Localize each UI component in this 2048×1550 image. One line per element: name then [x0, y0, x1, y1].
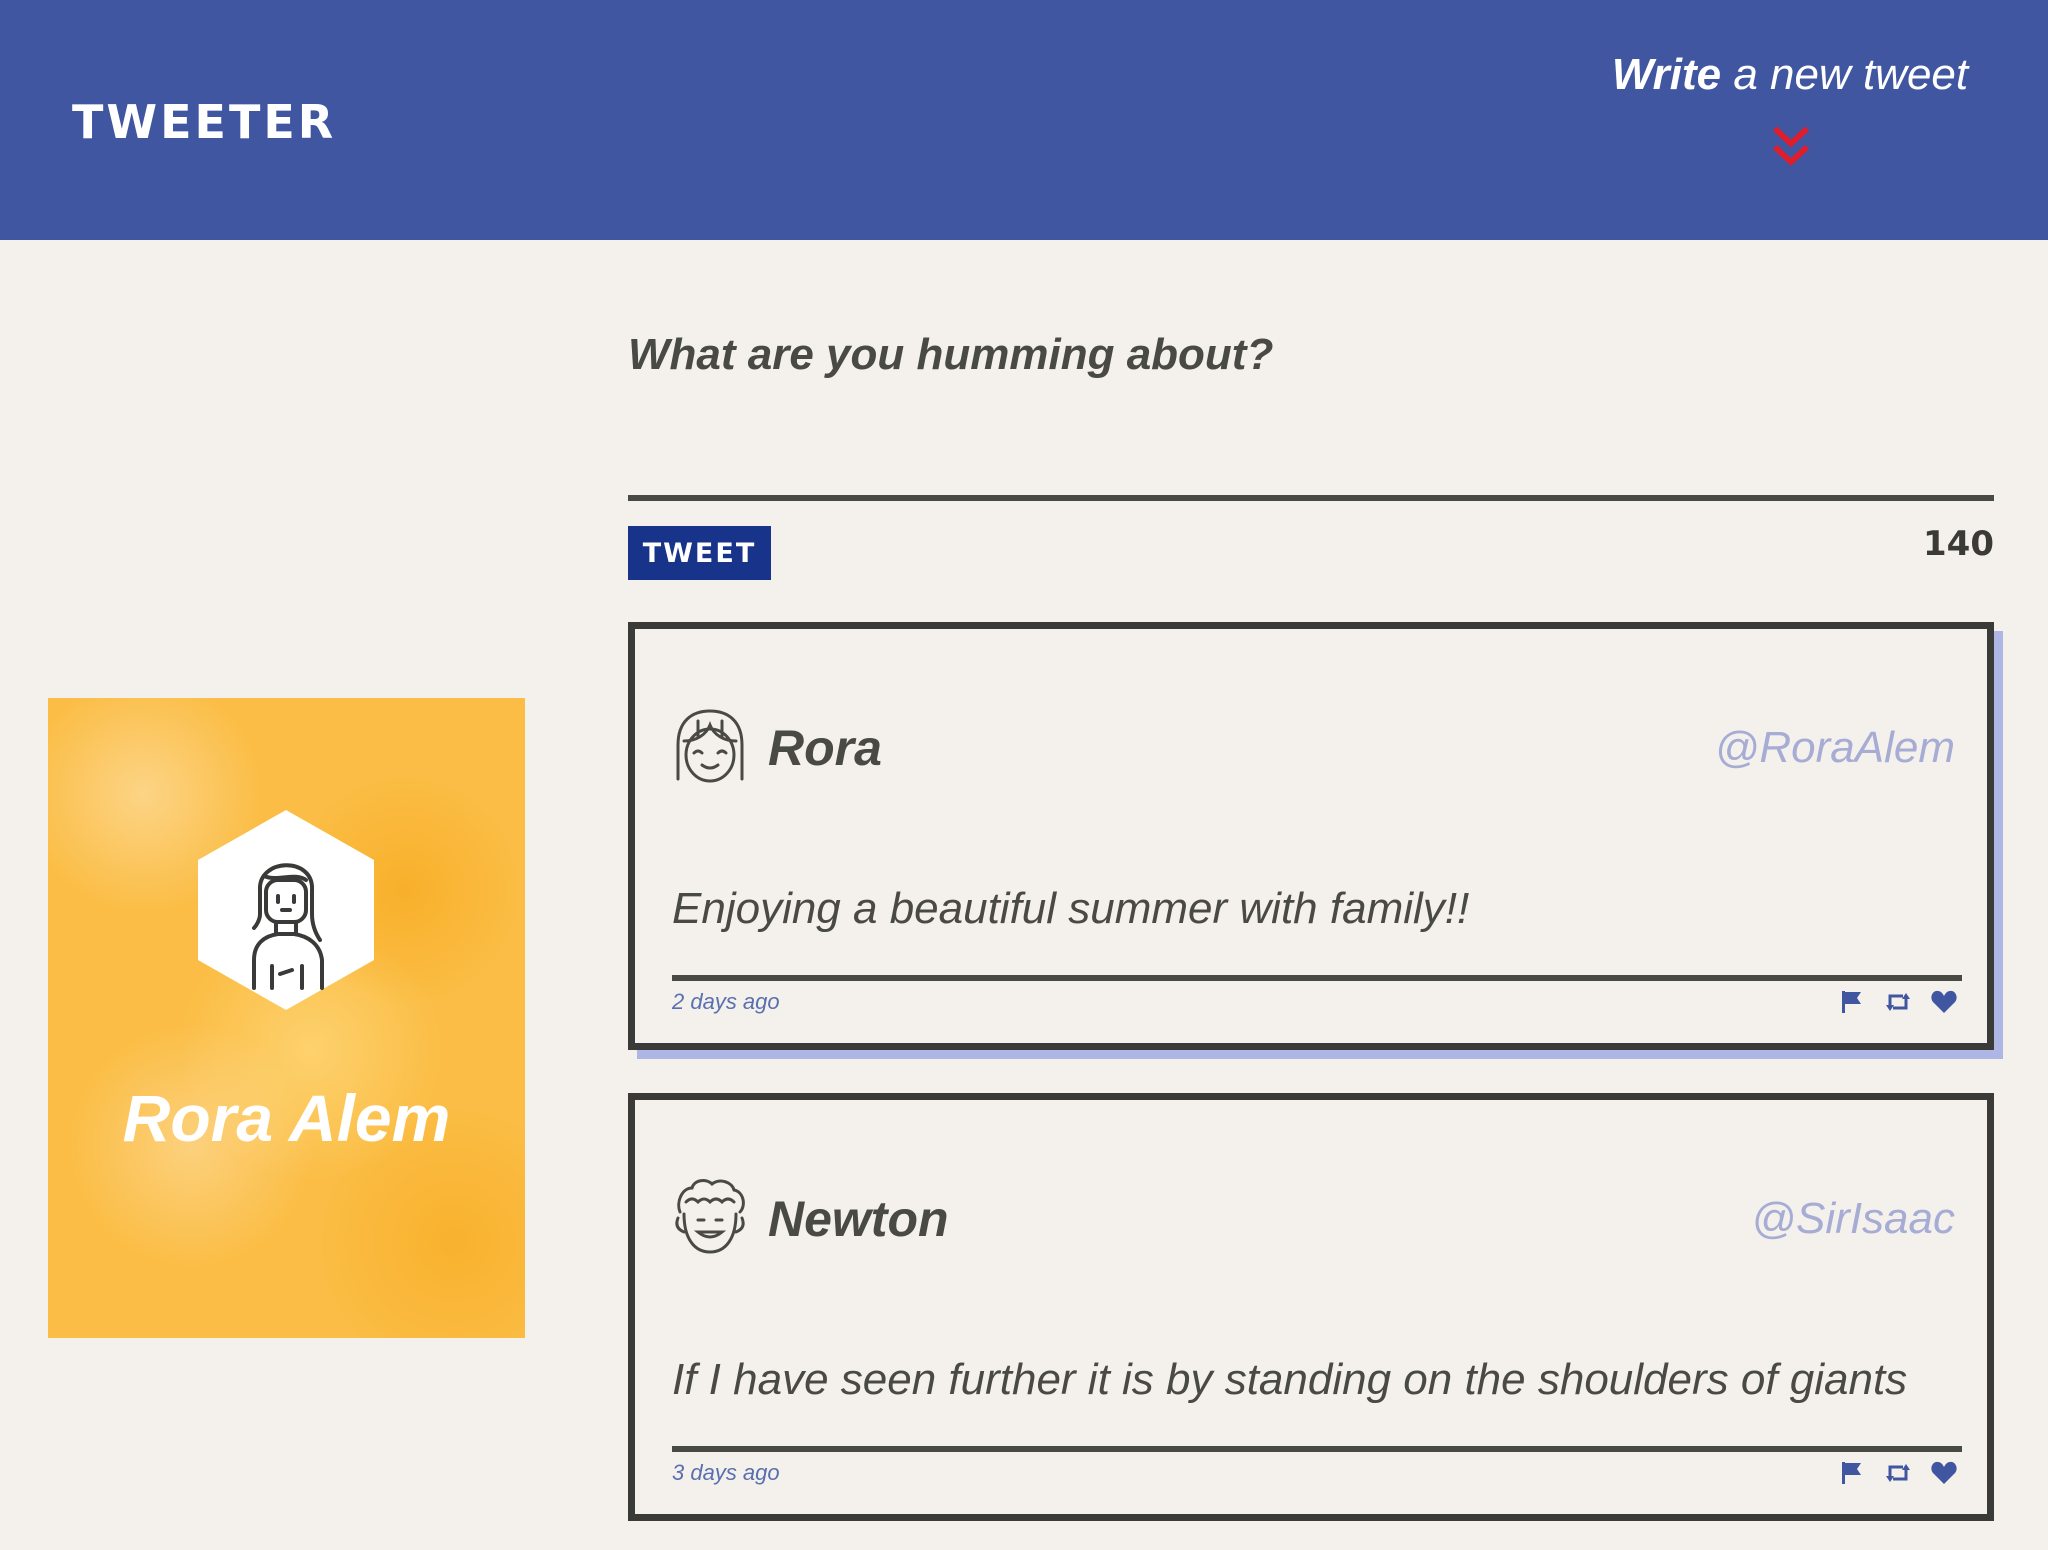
tweet-author-name: Newton — [768, 1191, 949, 1247]
tweet-text: Enjoying a beautiful summer with family!… — [672, 884, 1470, 933]
tweet-input[interactable]: What are you humming about? — [628, 330, 1273, 380]
tweet-button[interactable]: TWEET — [628, 526, 771, 580]
retweet-icon[interactable] — [1885, 1460, 1911, 1486]
tweet-timestamp: 2 days ago — [672, 989, 780, 1014]
write-tweet-label: Write a new tweet — [1600, 50, 1980, 100]
tweet-actions — [1839, 1460, 1957, 1488]
tweet-actions — [1839, 989, 1957, 1017]
heart-icon[interactable] — [1931, 989, 1957, 1015]
write-tweet-toggle[interactable]: Write a new tweet — [1600, 50, 1980, 180]
retweet-icon[interactable] — [1885, 989, 1911, 1015]
double-chevron-down-icon[interactable] — [1768, 124, 1814, 170]
heart-icon[interactable] — [1931, 1460, 1957, 1486]
profile-avatar-icon — [198, 810, 374, 1010]
character-counter: 140 — [1923, 524, 1994, 564]
profile-card: Rora Alem — [48, 698, 525, 1338]
top-nav: TWEETER Write a new tweet — [0, 0, 2048, 240]
write-tweet-label-rest: a new tweet — [1721, 50, 1969, 99]
tweet-author-name: Rora — [768, 720, 882, 776]
tweet-card: Newton @SirIsaac If I have seen further … — [628, 1093, 1994, 1521]
brand-logo[interactable]: TWEETER — [72, 95, 336, 149]
flag-icon[interactable] — [1839, 989, 1865, 1015]
curly-hair-man-icon — [675, 1179, 745, 1254]
compose-underline — [628, 495, 1994, 501]
girl-face-icon — [676, 709, 744, 783]
tweet-author-handle[interactable]: @RoraAlem — [1715, 723, 1955, 773]
profile-name: Rora Alem — [122, 1081, 451, 1155]
flag-icon[interactable] — [1839, 1460, 1865, 1486]
tweet-author-handle[interactable]: @SirIsaac — [1751, 1194, 1955, 1244]
tweet-text: If I have seen further it is by standing… — [672, 1355, 1908, 1404]
write-tweet-label-bold: Write — [1611, 50, 1722, 99]
tweet-card: Rora @RoraAlem Enjoying a beautiful summ… — [628, 622, 1994, 1050]
tweet-divider — [672, 975, 1962, 981]
tweet-divider — [672, 1446, 1962, 1452]
tweet-timestamp: 3 days ago — [672, 1460, 780, 1485]
compose-area: What are you humming about? TWEET 140 — [628, 310, 1994, 590]
